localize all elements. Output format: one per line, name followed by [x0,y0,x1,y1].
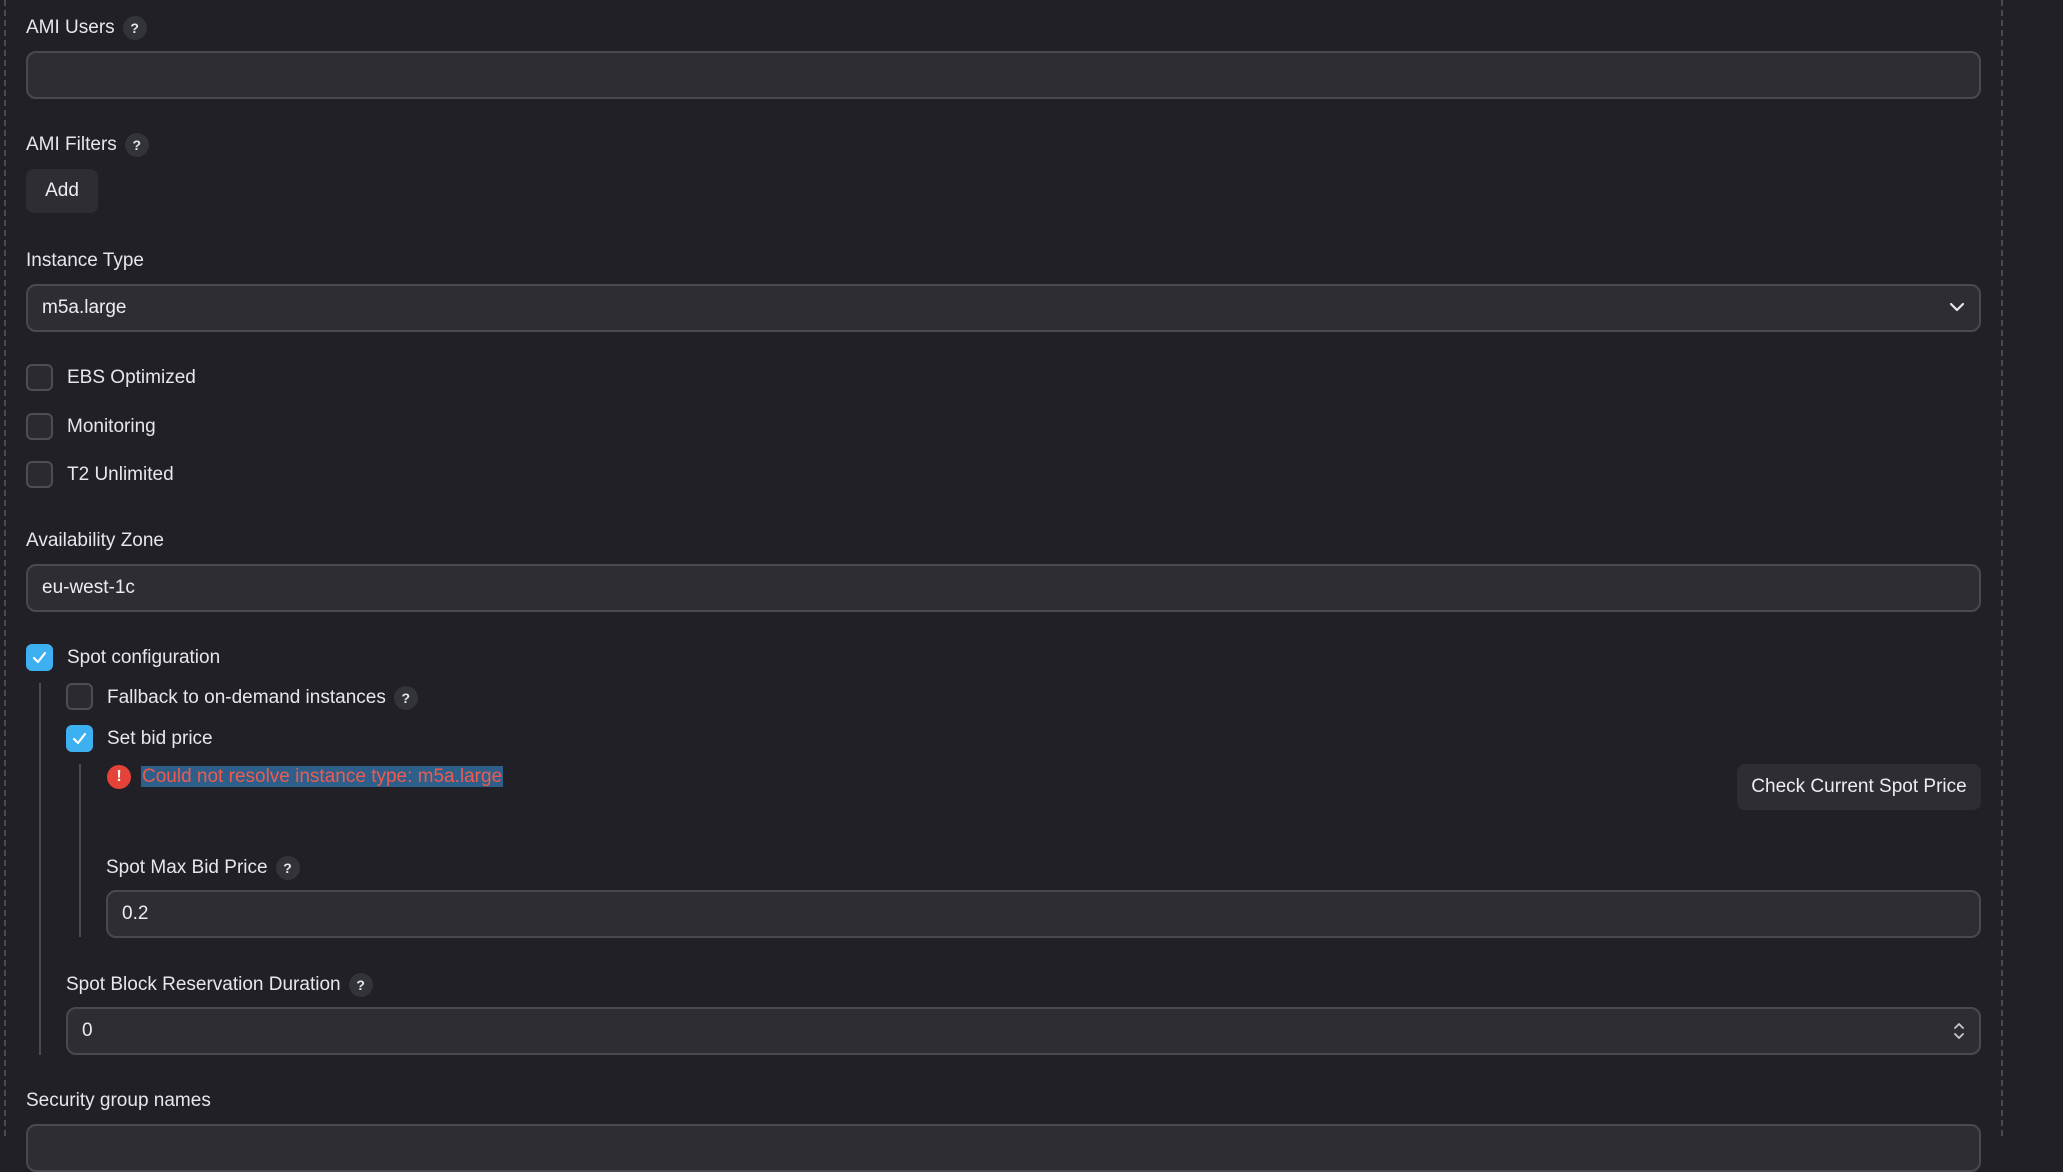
ebs-optimized-checkbox[interactable] [26,364,53,391]
set-bid-price-label: Set bid price [107,728,213,749]
security-group-names-label: Security group names [26,1090,211,1111]
monitoring-label: Monitoring [67,416,156,437]
check-spot-price-button[interactable]: Check Current Spot Price [1737,764,1981,810]
availability-zone-input[interactable]: eu-west-1c [26,564,1981,612]
instance-type-value: m5a.large [42,297,127,318]
ami-filters-add-button[interactable]: Add [26,169,98,213]
monitoring-checkbox[interactable] [26,413,53,440]
instance-type-label: Instance Type [26,250,144,271]
instance-type-select[interactable]: m5a.large [26,284,1981,332]
fallback-on-demand-label: Fallback to on-demand instances [107,687,386,709]
error-message: Could not resolve instance type: m5a.lar… [141,766,504,788]
bid-price-group-border [79,764,81,937]
fallback-help-icon[interactable]: ? [393,686,418,710]
spot-max-bid-label: Spot Max Bid Price [106,857,268,879]
spot-block-duration-input[interactable]: 0 [66,1007,1981,1055]
left-dashed-border [4,0,6,1136]
ami-users-help-icon[interactable]: ? [122,16,147,40]
error-icon: ! [107,765,131,789]
spot-configuration-label: Spot configuration [67,647,221,668]
error-message-text: Could not resolve instance type: m5a.lar… [141,766,504,787]
spot-max-bid-input[interactable]: 0.2 [106,890,1981,938]
ebs-optimized-label: EBS Optimized [67,367,196,388]
checkmark-icon [32,651,47,664]
spot-block-duration-label: Spot Block Reservation Duration [66,974,341,996]
ami-users-label: AMI Users [26,17,115,39]
fallback-label-row: Fallback to on-demand instances? [107,686,418,710]
fallback-on-demand-checkbox[interactable] [66,683,93,710]
security-group-names-input[interactable] [26,1124,1981,1172]
ami-filters-help-icon[interactable]: ? [124,133,149,157]
checkmark-icon [72,732,87,745]
spot-configuration-checkbox[interactable] [26,644,53,671]
spot-group-border [39,683,41,1055]
spot-block-duration-value: 0 [82,1020,93,1041]
spot-block-duration-help-icon[interactable]: ? [348,973,373,997]
right-dashed-border [2001,0,2003,1136]
ami-filters-label-row: AMI Filters? [26,133,149,157]
ami-filters-label: AMI Filters [26,134,117,156]
t2-unlimited-label: T2 Unlimited [67,464,174,485]
set-bid-price-checkbox[interactable] [66,725,93,752]
t2-unlimited-checkbox[interactable] [26,461,53,488]
spot-max-bid-label-row: Spot Max Bid Price? [106,856,300,880]
ami-users-input[interactable] [26,51,1981,99]
chevron-down-icon [1949,302,1965,312]
spot-block-duration-label-row: Spot Block Reservation Duration? [66,973,373,997]
spinner-arrows-icon[interactable] [1953,1021,1965,1041]
spot-max-bid-help-icon[interactable]: ? [275,856,300,880]
ami-users-label-row: AMI Users? [26,16,147,40]
availability-zone-label: Availability Zone [26,530,165,551]
